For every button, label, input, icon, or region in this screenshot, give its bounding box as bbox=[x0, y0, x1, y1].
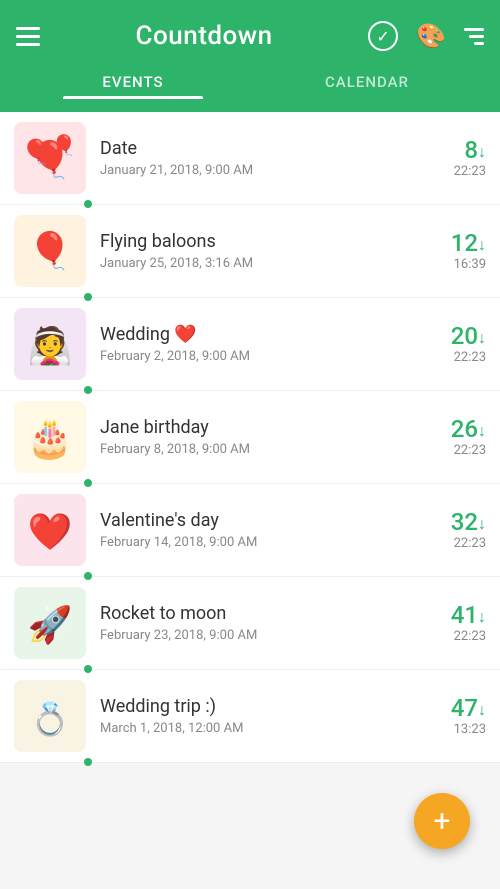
list-item[interactable]: 💍 Wedding trip :) March 1, 2018, 12:00 A… bbox=[0, 670, 500, 763]
events-list: 🎈🎈🎈 Date January 21, 2018, 9:00 AM 8↓ 22… bbox=[0, 112, 500, 763]
event-name: Wedding ❤️ bbox=[100, 324, 426, 345]
event-date: January 25, 2018, 3:16 AM bbox=[100, 256, 426, 271]
event-countdown: 26↓ 22:23 bbox=[426, 416, 486, 457]
svg-text:👰: 👰 bbox=[28, 324, 73, 367]
svg-text:🚀: 🚀 bbox=[28, 604, 73, 646]
event-name: Date bbox=[100, 138, 426, 159]
event-date: January 21, 2018, 9:00 AM bbox=[100, 163, 426, 178]
app-title: Countdown bbox=[136, 21, 273, 51]
event-time: 22:23 bbox=[426, 536, 486, 551]
list-item[interactable]: 🎈🎈🎈 Date January 21, 2018, 9:00 AM 8↓ 22… bbox=[0, 112, 500, 205]
event-name: Wedding trip :) bbox=[100, 696, 426, 717]
event-days: 20↓ bbox=[426, 323, 486, 349]
event-time: 16:39 bbox=[426, 257, 486, 272]
event-name: Flying baloons bbox=[100, 231, 426, 252]
event-thumbnail: 🚀 bbox=[14, 587, 86, 659]
event-days: 12↓ bbox=[426, 230, 486, 256]
palette-icon[interactable]: 🎨 bbox=[416, 22, 446, 50]
check-icon[interactable]: ✓ bbox=[368, 21, 398, 51]
event-date: February 8, 2018, 9:00 AM bbox=[100, 442, 426, 457]
event-info: Flying baloons January 25, 2018, 3:16 AM bbox=[100, 231, 426, 271]
sort-icon[interactable] bbox=[464, 28, 484, 45]
event-name: Valentine's day bbox=[100, 510, 426, 531]
list-item[interactable]: 🎂 Jane birthday February 8, 2018, 9:00 A… bbox=[0, 391, 500, 484]
add-event-button[interactable]: + bbox=[414, 793, 470, 849]
event-thumbnail: 🎈 bbox=[14, 215, 86, 287]
event-info: Wedding ❤️ February 2, 2018, 9:00 AM bbox=[100, 324, 426, 364]
event-info: Valentine's day February 14, 2018, 9:00 … bbox=[100, 510, 426, 550]
event-info: Date January 21, 2018, 9:00 AM bbox=[100, 138, 426, 178]
event-date: March 1, 2018, 12:00 AM bbox=[100, 721, 426, 736]
event-countdown: 8↓ 22:23 bbox=[426, 137, 486, 178]
event-time: 22:23 bbox=[426, 350, 486, 365]
event-countdown: 47↓ 13:23 bbox=[426, 695, 486, 736]
event-date: February 2, 2018, 9:00 AM bbox=[100, 349, 426, 364]
list-item[interactable]: 🚀 Rocket to moon February 23, 2018, 9:00… bbox=[0, 577, 500, 670]
event-date: February 14, 2018, 9:00 AM bbox=[100, 535, 426, 550]
event-info: Wedding trip :) March 1, 2018, 12:00 AM bbox=[100, 696, 426, 736]
event-time: 22:23 bbox=[426, 164, 486, 179]
list-item[interactable]: 👰 Wedding ❤️ February 2, 2018, 9:00 AM 2… bbox=[0, 298, 500, 391]
event-days: 8↓ bbox=[426, 137, 486, 163]
svg-text:🎈: 🎈 bbox=[21, 137, 51, 166]
header-top: Countdown ✓ 🎨 bbox=[16, 21, 484, 51]
event-info: Jane birthday February 8, 2018, 9:00 AM bbox=[100, 417, 426, 457]
event-thumbnail: ❤️ bbox=[14, 494, 86, 566]
event-days: 32↓ bbox=[426, 509, 486, 535]
tab-calendar[interactable]: CALENDAR bbox=[250, 63, 484, 99]
app-header: Countdown ✓ 🎨 EVENTS CALENDAR bbox=[0, 0, 500, 112]
header-actions: ✓ 🎨 bbox=[368, 21, 484, 51]
event-time: 13:23 bbox=[426, 722, 486, 737]
event-date: February 23, 2018, 9:00 AM bbox=[100, 628, 426, 643]
event-thumbnail: 🎈🎈🎈 bbox=[14, 122, 86, 194]
svg-text:💍: 💍 bbox=[30, 700, 70, 738]
event-days: 41↓ bbox=[426, 602, 486, 628]
tab-events[interactable]: EVENTS bbox=[16, 63, 250, 99]
event-thumbnail: 💍 bbox=[14, 680, 86, 752]
event-countdown: 32↓ 22:23 bbox=[426, 509, 486, 550]
event-countdown: 12↓ 16:39 bbox=[426, 230, 486, 271]
svg-text:🎂: 🎂 bbox=[26, 415, 73, 461]
svg-text:🎈: 🎈 bbox=[28, 229, 73, 272]
tabs: EVENTS CALENDAR bbox=[16, 63, 484, 99]
event-thumbnail: 🎂 bbox=[14, 401, 86, 473]
event-name: Jane birthday bbox=[100, 417, 426, 438]
svg-text:🎈: 🎈 bbox=[52, 133, 77, 157]
event-countdown: 41↓ 22:23 bbox=[426, 602, 486, 643]
event-info: Rocket to moon February 23, 2018, 9:00 A… bbox=[100, 603, 426, 643]
event-name: Rocket to moon bbox=[100, 603, 426, 624]
menu-icon[interactable] bbox=[16, 27, 40, 46]
event-time: 22:23 bbox=[426, 443, 486, 458]
event-days: 26↓ bbox=[426, 416, 486, 442]
list-item[interactable]: 🎈 Flying baloons January 25, 2018, 3:16 … bbox=[0, 205, 500, 298]
event-thumbnail: 👰 bbox=[14, 308, 86, 380]
list-item[interactable]: ❤️ Valentine's day February 14, 2018, 9:… bbox=[0, 484, 500, 577]
event-days: 47↓ bbox=[426, 695, 486, 721]
svg-text:❤️: ❤️ bbox=[28, 511, 73, 553]
event-countdown: 20↓ 22:23 bbox=[426, 323, 486, 364]
event-time: 22:23 bbox=[426, 629, 486, 644]
